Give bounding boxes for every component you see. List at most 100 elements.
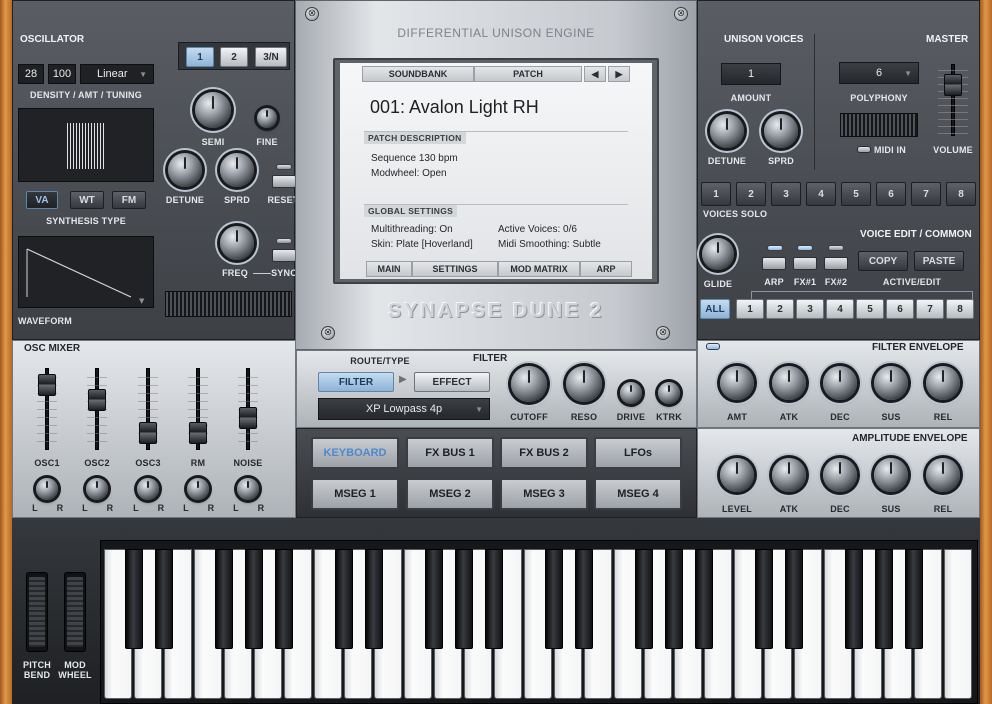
amp-env-rel-knob[interactable] [926,458,960,492]
fx2-toggle[interactable] [824,257,848,270]
pan-knob[interactable] [36,478,58,500]
arp-toggle[interactable] [762,257,786,270]
black-key[interactable] [425,549,443,649]
synth-type-va[interactable]: VA [26,191,58,209]
amp-env-atk-knob[interactable] [772,458,806,492]
mod-mseg-4-button[interactable]: MSEG 4 [594,478,682,510]
black-key[interactable] [665,549,683,649]
mod-keyboard-button[interactable]: KEYBOARD [311,437,399,469]
tab-settings[interactable]: SETTINGS [412,261,498,277]
black-key[interactable] [215,549,233,649]
voice-solo-button[interactable]: 8 [946,182,976,206]
mixer-fader-osc1[interactable] [38,374,56,396]
mixer-fader-noise[interactable] [239,407,257,429]
freq-knob[interactable] [220,226,254,260]
filter-env-sus-knob[interactable] [874,366,908,400]
unison-amount-field[interactable]: 1 [721,63,781,85]
multithreading-setting[interactable]: Multithreading: On [371,224,453,235]
black-key[interactable] [245,549,263,649]
pan-knob[interactable] [237,478,259,500]
fine-knob[interactable] [257,108,277,128]
reset-button[interactable] [272,175,296,188]
black-key[interactable] [785,549,803,649]
pitch-bend-wheel[interactable] [26,572,48,652]
density-field[interactable]: 28 [18,64,44,84]
synth-type-fm[interactable]: FM [112,191,146,209]
voice-edit-button[interactable]: 2 [766,299,794,319]
tab-main[interactable]: MAIN [366,261,412,277]
voice-solo-button[interactable]: 5 [841,182,871,206]
black-key[interactable] [125,549,143,649]
voice-solo-button[interactable]: 7 [911,182,941,206]
skin-setting[interactable]: Skin: Plate [Hoverland] [371,239,473,250]
waveform-display[interactable]: ▼ [18,236,154,308]
fx1-toggle[interactable] [793,257,817,270]
unison-detune-knob[interactable] [710,114,744,148]
paste-button[interactable]: PASTE [914,251,964,271]
midi-smoothing-setting[interactable]: Midi Smoothing: Subtle [498,239,601,250]
voice-edit-button[interactable]: 4 [826,299,854,319]
filter-env-dec-knob[interactable] [823,366,857,400]
semi-knob[interactable] [195,92,231,128]
voice-solo-button[interactable]: 6 [876,182,906,206]
voice-edit-all-button[interactable]: ALL [700,299,730,319]
voice-edit-button[interactable]: 8 [946,299,974,319]
amp-env-dec-knob[interactable] [823,458,857,492]
pan-knob[interactable] [86,478,108,500]
route-effect-button[interactable]: EFFECT [414,372,490,392]
black-key[interactable] [455,549,473,649]
tuning-select[interactable]: Linear ▼ [80,64,154,84]
voice-solo-button[interactable]: 4 [806,182,836,206]
tab-arp[interactable]: ARP [580,261,632,277]
mixer-fader-rm[interactable] [189,422,207,444]
voice-solo-button[interactable]: 2 [736,182,766,206]
osc-tab-2[interactable]: 2 [220,47,248,67]
white-key[interactable] [944,549,972,699]
patch-name[interactable]: 001: Avalon Light RH [370,97,539,118]
glide-knob[interactable] [702,238,734,270]
prev-patch-icon[interactable]: ◀ [584,66,606,82]
osc-tab-3n[interactable]: 3/N [255,47,287,67]
mixer-fader-osc3[interactable] [139,422,157,444]
synth-type-wt[interactable]: WT [70,191,104,209]
voice-edit-button[interactable]: 6 [886,299,914,319]
mod-fx-bus-2-button[interactable]: FX BUS 2 [500,437,588,469]
drive-knob[interactable] [620,382,642,404]
copy-button[interactable]: COPY [858,251,908,271]
tab-mod-matrix[interactable]: MOD MATRIX [498,261,580,277]
reso-knob[interactable] [566,366,602,402]
osc-sprd-knob[interactable] [220,153,254,187]
amp-env-level-knob[interactable] [720,458,754,492]
filter-type-select[interactable]: XP Lowpass 4p ▼ [318,398,490,420]
cutoff-knob[interactable] [511,366,547,402]
osc-detune-knob[interactable] [168,153,202,187]
mod-mseg-2-button[interactable]: MSEG 2 [406,478,494,510]
black-key[interactable] [335,549,353,649]
next-patch-icon[interactable]: ▶ [608,66,630,82]
black-key[interactable] [875,549,893,649]
black-key[interactable] [905,549,923,649]
tab-soundbank[interactable]: SOUNDBANK [362,66,474,82]
amount-field[interactable]: 100 [48,64,76,84]
polyphony-select[interactable]: 6 ▼ [839,62,919,84]
mod-mseg-3-button[interactable]: MSEG 3 [500,478,588,510]
unison-sprd-knob[interactable] [764,114,798,148]
mod-fx-bus-1-button[interactable]: FX BUS 1 [406,437,494,469]
voice-edit-button[interactable]: 5 [856,299,884,319]
voice-edit-button[interactable]: 7 [916,299,944,319]
pan-knob[interactable] [187,478,209,500]
black-key[interactable] [845,549,863,649]
mixer-fader-osc2[interactable] [88,389,106,411]
black-key[interactable] [575,549,593,649]
black-key[interactable] [695,549,713,649]
black-key[interactable] [275,549,293,649]
tab-patch[interactable]: PATCH [474,66,582,82]
filter-env-atk-knob[interactable] [772,366,806,400]
black-key[interactable] [545,549,563,649]
black-key[interactable] [485,549,503,649]
voice-edit-button[interactable]: 3 [796,299,824,319]
volume-fader[interactable] [944,74,962,96]
ktrk-knob[interactable] [658,382,680,404]
black-key[interactable] [635,549,653,649]
voice-solo-button[interactable]: 3 [771,182,801,206]
